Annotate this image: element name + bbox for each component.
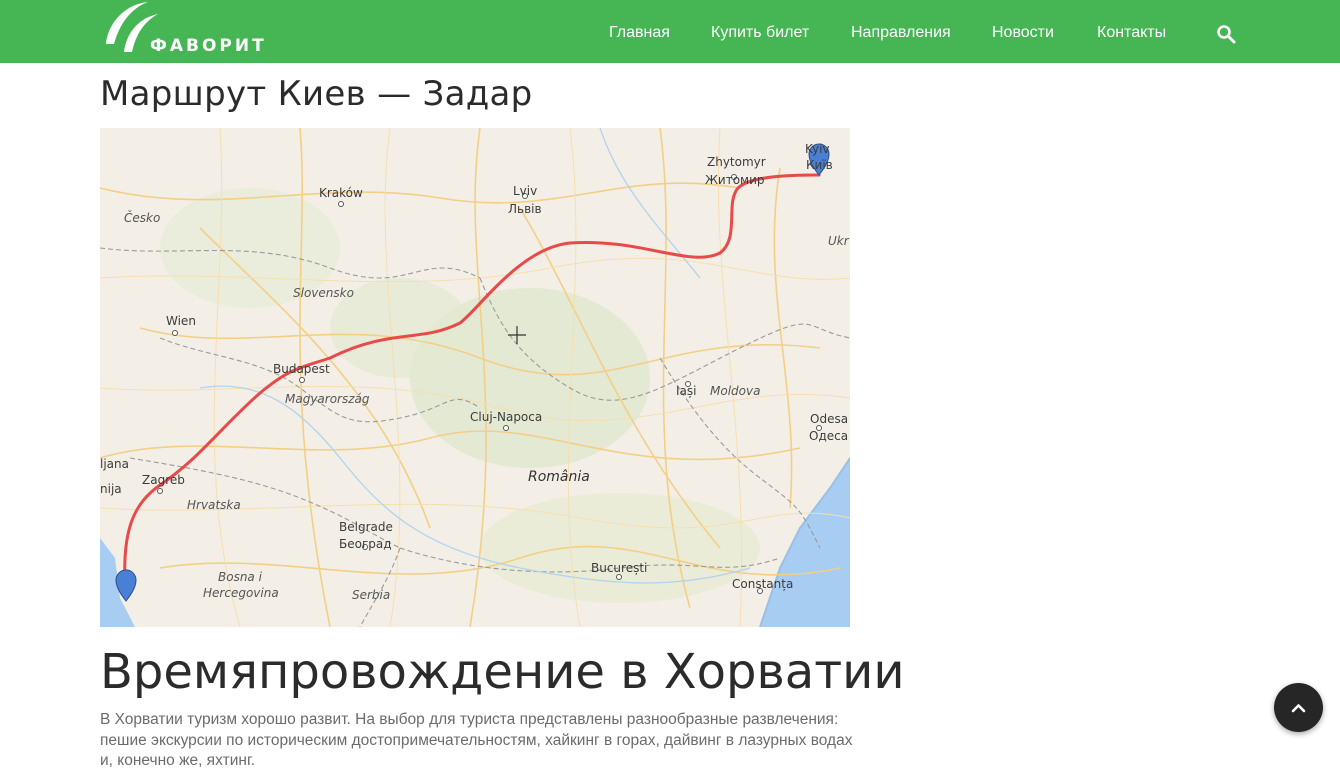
nav-item-contacts[interactable]: Контакты [1097, 24, 1166, 42]
section-text: В Хорватии туризм хорошо развит. На выбо… [100, 711, 853, 769]
map-label-krakow: Kraków [319, 186, 363, 200]
map-label-moldova: Moldova [710, 384, 761, 398]
nav-item-directions[interactable]: Направления [851, 24, 951, 42]
map-label-bosna: Bosna i [218, 570, 262, 584]
map-label-constanta: Constanța [732, 577, 794, 591]
map-label-hercegovina: Hercegovina [203, 586, 279, 600]
map-label-ljana: ljana [100, 457, 129, 471]
map-label-odesa: Odesa [810, 412, 849, 426]
map-label-belgrade-cyr: Београд [339, 537, 392, 551]
route-title: Маршрут Киев — Задар [100, 74, 533, 114]
map-label-wien: Wien [166, 314, 196, 328]
chevron-up-icon [1291, 704, 1306, 713]
map-label-cluj: Cluj-Napoca [470, 410, 543, 424]
map-label-serbia: Serbia [352, 588, 391, 602]
map-label-romania: România [528, 469, 590, 485]
map-label-zagreb: Zagreb [142, 473, 185, 487]
map-label-ukr: Ukr [828, 234, 849, 248]
logo-text: ФАВОРИТ [150, 36, 267, 56]
nav-item-buy-ticket[interactable]: Купить билет [711, 24, 809, 42]
map-label-odesa-cyr: Одеса [809, 429, 849, 443]
map-label-zhytomyr: Zhytomyr [707, 155, 766, 169]
section-title: Времяпровождение в Хорватии [100, 644, 905, 700]
map-label-lviv-cyr: Львів [508, 202, 542, 216]
map-label-kyiv-cyr: Київ [806, 158, 833, 172]
back-to-top-button[interactable] [1274, 683, 1323, 732]
route-map[interactable]: Zhytomyr Житомир Kyiv Київ Ukr Kraków Lv… [100, 128, 850, 627]
map-canvas [100, 128, 850, 627]
nav-item-news[interactable]: Новости [992, 24, 1054, 42]
map-label-lviv: Lviv [513, 184, 538, 198]
map-label-nija: nija [100, 482, 122, 496]
map-label-hrvatska: Hrvatska [187, 498, 241, 512]
header-bar: ФАВОРИТ Главная Купить билет Направления… [0, 0, 1340, 63]
map-label-kyiv: Kyiv [805, 142, 830, 156]
nav-item-home[interactable]: Главная [609, 24, 670, 42]
map-label-budapest: Budapest [273, 362, 330, 376]
map-label-zhytomyr-cyr: Житомир [705, 173, 765, 187]
map-label-slovensko: Slovensko [293, 286, 354, 300]
search-icon[interactable] [1216, 24, 1236, 44]
map-label-magyarorszag: Magyarország [285, 392, 370, 406]
map-label-belgrade: Belgrade [339, 520, 393, 534]
map-label-iasi: Iași [676, 384, 697, 398]
map-label-bucuresti: București [591, 561, 648, 575]
logo[interactable]: ФАВОРИТ [102, 0, 272, 58]
map-label-cesko: Česko [124, 211, 161, 225]
